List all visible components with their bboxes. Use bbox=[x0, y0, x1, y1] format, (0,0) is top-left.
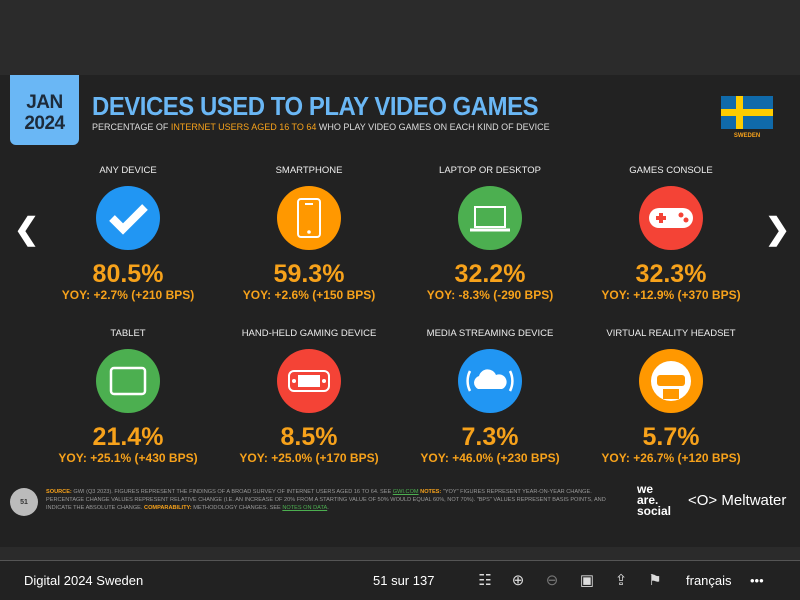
zoom-in-icon[interactable]: ⊕ bbox=[508, 571, 528, 591]
we-are-social-logo: we are. social bbox=[637, 482, 672, 518]
slide-footer: 51 SOURCE: GWI (Q3 2023). FIGURES REPRES… bbox=[0, 480, 800, 522]
device-percentage: 7.3% bbox=[461, 423, 519, 451]
device-percentage: 32.2% bbox=[454, 260, 526, 288]
slide: JAN 2024 DEVICES USED TO PLAY VIDEO GAMES… bbox=[0, 75, 800, 547]
fullscreen-icon[interactable]: ▣ bbox=[577, 571, 597, 591]
comparability-label: COMPARABILITY: bbox=[142, 505, 192, 511]
gwi-link[interactable]: GWI.COM bbox=[393, 489, 419, 495]
device-yoy-change: YOY: +2.6% (+150 BPS) bbox=[242, 288, 376, 302]
page-indicator: 51 sur 137 bbox=[373, 573, 435, 588]
device-tile: GAMES CONSOLE 32.3% YOY: +12.9% (+370 BP… bbox=[581, 165, 761, 302]
check-icon bbox=[96, 186, 160, 250]
source-notes: SOURCE: GWI (Q3 2023). FIGURES REPRESENT… bbox=[46, 488, 606, 512]
device-yoy-change: YOY: +46.0% (+230 BPS) bbox=[420, 451, 560, 465]
comparability-text: METHODOLOGY CHANGES. SEE bbox=[191, 505, 283, 511]
source-label: SOURCE: bbox=[46, 489, 72, 495]
device-tile: LAPTOP OR DESKTOP 32.2% YOY: -8.3% (-290… bbox=[400, 165, 580, 302]
date-year: 2024 bbox=[24, 113, 65, 134]
device-percentage: 80.5% bbox=[92, 260, 164, 288]
device-percentage: 32.3% bbox=[635, 260, 707, 288]
document-title: Digital 2024 Sweden bbox=[24, 573, 144, 588]
device-label: SMARTPHONE bbox=[275, 165, 343, 176]
language-selector[interactable]: français bbox=[686, 573, 732, 588]
device-tile: SMARTPHONE 59.3% YOY: +2.6% (+150 BPS) bbox=[219, 165, 399, 302]
cloud-streaming-icon bbox=[458, 349, 522, 413]
device-yoy-change: YOY: +25.0% (+170 BPS) bbox=[239, 451, 379, 465]
device-tile: TABLET 21.4% YOY: +25.1% (+430 BPS) bbox=[38, 328, 218, 465]
device-percentage: 5.7% bbox=[642, 423, 700, 451]
date-badge: JAN 2024 bbox=[10, 75, 79, 145]
slide-title: DEVICES USED TO PLAY VIDEO GAMES bbox=[92, 91, 539, 121]
gamepad-icon bbox=[639, 186, 703, 250]
device-yoy-change: YOY: +2.7% (+210 BPS) bbox=[61, 288, 195, 302]
share-icon[interactable]: ⇪ bbox=[611, 571, 631, 591]
viewer-toolbar: Digital 2024 Sweden 51 sur 137 ☷ ⊕ ⊖ ▣ ⇪… bbox=[0, 560, 800, 600]
device-percentage: 59.3% bbox=[273, 260, 345, 288]
previous-slide-button[interactable]: ❮ bbox=[14, 212, 39, 247]
device-percentage: 21.4% bbox=[92, 423, 164, 451]
device-tile: MEDIA STREAMING DEVICE 7.3% YOY: +46.0% … bbox=[400, 328, 580, 465]
notes-end: . bbox=[327, 505, 329, 511]
meltwater-logo: <O> Meltwater bbox=[688, 492, 787, 509]
flag-icon[interactable]: ⚑ bbox=[645, 571, 665, 591]
device-label: ANY DEVICE bbox=[99, 165, 157, 176]
more-options-button[interactable]: ••• bbox=[750, 573, 764, 588]
subtitle-highlight: INTERNET USERS AGED 16 TO 64 bbox=[170, 122, 317, 132]
next-slide-button[interactable]: ❯ bbox=[765, 212, 790, 247]
device-label: HAND-HELD GAMING DEVICE bbox=[241, 328, 377, 339]
device-label: GAMES CONSOLE bbox=[629, 165, 713, 176]
subtitle-pre: PERCENTAGE OF bbox=[92, 122, 171, 132]
device-label: MEDIA STREAMING DEVICE bbox=[426, 328, 554, 339]
source-text: GWI (Q3 2023). FIGURES REPRESENT THE FIN… bbox=[71, 489, 393, 495]
device-percentage: 8.5% bbox=[280, 423, 338, 451]
device-yoy-change: YOY: +25.1% (+430 BPS) bbox=[58, 451, 198, 465]
device-label: LAPTOP OR DESKTOP bbox=[439, 165, 541, 176]
page-number-badge: 51 bbox=[10, 488, 38, 516]
device-yoy-change: YOY: +26.7% (+120 BPS) bbox=[601, 451, 741, 465]
device-tile: ANY DEVICE 80.5% YOY: +2.7% (+210 BPS) bbox=[38, 165, 218, 302]
country-label: SWEDEN bbox=[733, 133, 761, 139]
smartphone-icon bbox=[277, 186, 341, 250]
subtitle-post: WHO PLAY VIDEO GAMES ON EACH KIND OF DEV… bbox=[316, 122, 550, 132]
device-yoy-change: YOY: +12.9% (+370 BPS) bbox=[601, 288, 741, 302]
sweden-flag-icon bbox=[721, 96, 773, 129]
tablet-icon bbox=[96, 349, 160, 413]
vr-headset-icon bbox=[639, 349, 703, 413]
device-yoy-change: YOY: -8.3% (-290 BPS) bbox=[426, 288, 554, 302]
notes-on-data-link[interactable]: NOTES ON DATA bbox=[282, 505, 327, 511]
grid-view-icon[interactable]: ☷ bbox=[475, 571, 495, 591]
zoom-out-icon[interactable]: ⊖ bbox=[542, 571, 562, 591]
device-tile: VIRTUAL REALITY HEADSET 5.7% YOY: +26.7%… bbox=[581, 328, 761, 465]
laptop-icon bbox=[458, 186, 522, 250]
device-tile: HAND-HELD GAMING DEVICE 8.5% YOY: +25.0%… bbox=[219, 328, 399, 465]
slide-subtitle: PERCENTAGE OF INTERNET USERS AGED 16 TO … bbox=[92, 122, 550, 132]
device-label: TABLET bbox=[110, 328, 146, 339]
handheld-console-icon bbox=[277, 349, 341, 413]
notes-label: NOTES: bbox=[418, 489, 442, 495]
date-month: JAN bbox=[26, 92, 63, 113]
device-label: VIRTUAL REALITY HEADSET bbox=[606, 328, 736, 339]
